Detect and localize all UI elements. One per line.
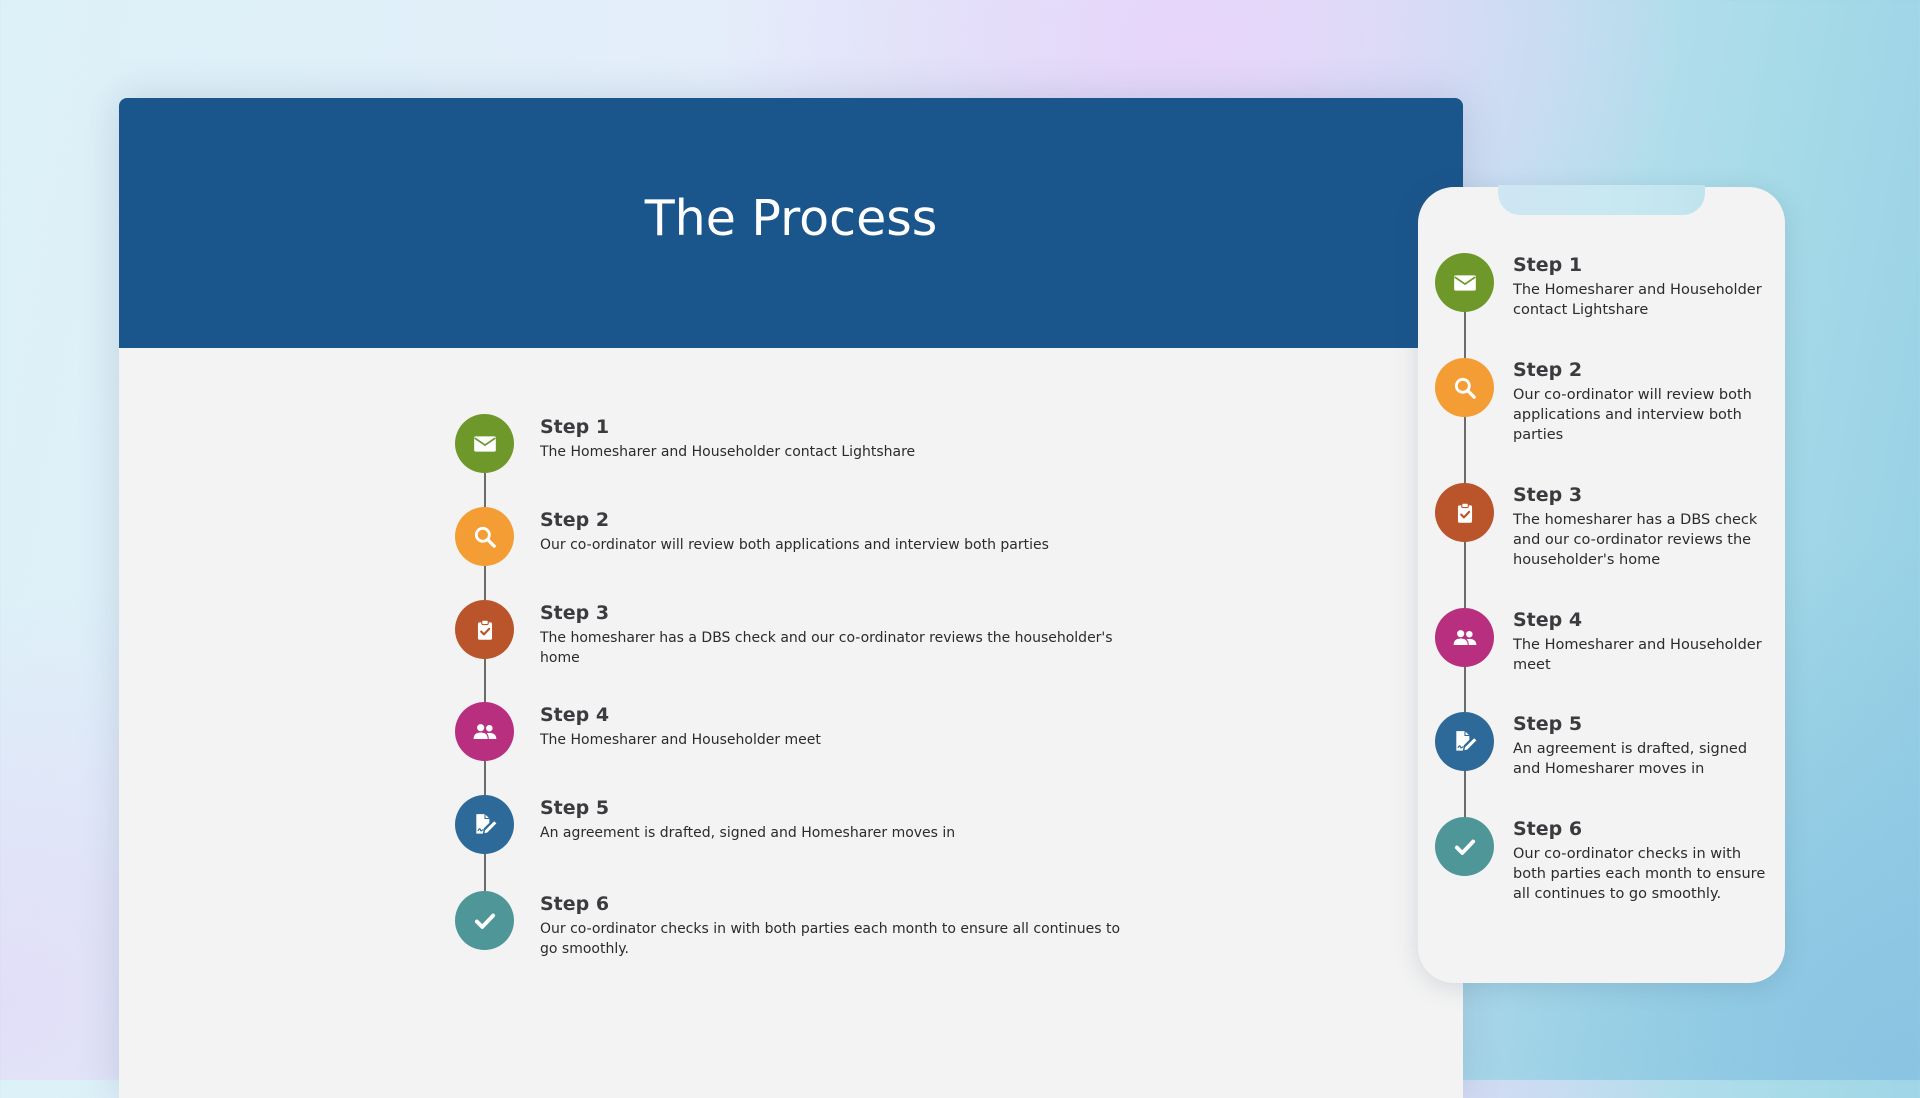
- search-icon: [472, 524, 498, 550]
- step-description: An agreement is drafted, signed and Home…: [540, 825, 956, 841]
- step-text: Step 1 The Homesharer and Householder con…: [1513, 253, 1773, 320]
- step-heading: Step 5: [1513, 713, 1583, 735]
- step-description: The Homesharer and Householder meet: [540, 732, 821, 748]
- step-icon-badge: [455, 795, 514, 854]
- envelope-icon: [472, 431, 498, 457]
- checkmark-icon: [472, 908, 498, 934]
- page-title: The Process: [644, 190, 938, 247]
- timeline-connector: [1464, 312, 1466, 358]
- step-description: Our co-ordinator checks in with both par…: [1513, 846, 1766, 902]
- step-text: Step 4 The Homesharer and Householder mee…: [1513, 608, 1773, 675]
- page-header: The Process: [119, 98, 1463, 348]
- step-icon-badge: [1435, 253, 1494, 312]
- step-heading: Step 3: [1513, 484, 1583, 506]
- step-icon-badge: [1435, 712, 1494, 771]
- timeline-connector: [484, 854, 486, 891]
- clipboard-check-icon: [1452, 500, 1478, 526]
- step-text: Step 1 The Homesharer and Householder con…: [540, 415, 1130, 462]
- step-heading: Step 6: [540, 893, 610, 915]
- step-heading: Step 4: [540, 704, 610, 726]
- step-description: The Homesharer and Householder meet: [1513, 637, 1762, 673]
- timeline-connector: [484, 566, 486, 600]
- signed-document-icon: [472, 812, 498, 838]
- timeline-connector: [1464, 542, 1466, 608]
- step-icon-badge: [455, 507, 514, 566]
- timeline-connector: [484, 659, 486, 702]
- step-text: Step 6 Our co-ordinator checks in with bo…: [540, 892, 1130, 959]
- step-text: Step 4 The Homesharer and Householder mee…: [540, 703, 1130, 750]
- timeline-connector: [484, 473, 486, 507]
- step-text: Step 2 Our co-ordinator will review both …: [540, 508, 1130, 555]
- step-text: Step 3 The homesharer has a DBS check and…: [1513, 483, 1773, 570]
- step-description: The Homesharer and Householder contact L…: [1513, 282, 1762, 318]
- signed-document-icon: [1452, 729, 1478, 755]
- step-description: The homesharer has a DBS check and our c…: [1513, 512, 1758, 568]
- step-text: Step 6 Our co-ordinator checks in with bo…: [1513, 817, 1773, 904]
- desktop-page-mockup: The Process Step 1 The Homesharer and Hou…: [119, 98, 1463, 1098]
- step-heading: Step 4: [1513, 609, 1583, 631]
- clipboard-check-icon: [472, 617, 498, 643]
- mobile-phone-mockup: Step 1 The Homesharer and Householder con…: [1418, 185, 1785, 983]
- search-icon: [1452, 375, 1478, 401]
- step-heading: Step 3: [540, 602, 610, 624]
- step-icon-badge: [455, 891, 514, 950]
- step-icon-badge: [455, 702, 514, 761]
- step-description: Our co-ordinator checks in with both par…: [540, 921, 1121, 957]
- checkmark-icon: [1452, 834, 1478, 860]
- step-description: The Homesharer and Householder contact L…: [540, 444, 916, 460]
- step-description: The homesharer has a DBS check and our c…: [540, 630, 1113, 666]
- step-heading: Step 5: [540, 797, 610, 819]
- step-text: Step 5 An agreement is drafted, signed an…: [1513, 712, 1773, 779]
- timeline-connector: [484, 761, 486, 795]
- step-icon-badge: [455, 414, 514, 473]
- step-icon-badge: [455, 600, 514, 659]
- step-text: Step 5 An agreement is drafted, signed an…: [540, 796, 1130, 843]
- step-text: Step 3 The homesharer has a DBS check and…: [540, 601, 1130, 668]
- envelope-icon: [1452, 270, 1478, 296]
- step-description: Our co-ordinator will review both applic…: [540, 537, 1049, 553]
- step-icon-badge: [1435, 483, 1494, 542]
- timeline-connector: [1464, 417, 1466, 483]
- step-icon-badge: [1435, 358, 1494, 417]
- step-heading: Step 2: [540, 509, 610, 531]
- timeline-connector: [1464, 771, 1466, 817]
- step-icon-badge: [1435, 608, 1494, 667]
- users-icon: [472, 719, 498, 745]
- step-description: An agreement is drafted, signed and Home…: [1513, 741, 1748, 777]
- step-heading: Step 6: [1513, 818, 1583, 840]
- step-heading: Step 2: [1513, 359, 1583, 381]
- phone-notch: [1498, 185, 1705, 215]
- step-heading: Step 1: [1513, 254, 1583, 276]
- step-heading: Step 1: [540, 416, 610, 438]
- timeline-connector: [1464, 667, 1466, 712]
- users-icon: [1452, 625, 1478, 651]
- step-icon-badge: [1435, 817, 1494, 876]
- step-description: Our co-ordinator will review both applic…: [1513, 387, 1752, 443]
- step-text: Step 2 Our co-ordinator will review both …: [1513, 358, 1773, 445]
